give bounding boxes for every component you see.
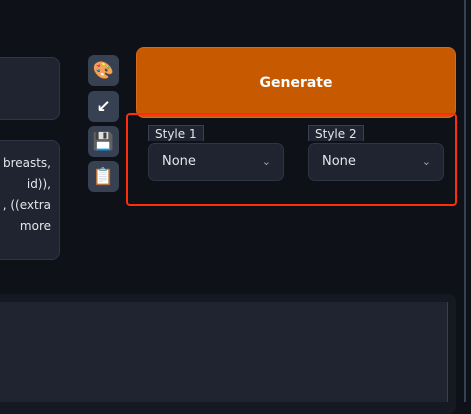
chevron-down-icon: ⌄: [421, 155, 431, 168]
prompt-line: more: [19, 219, 51, 233]
style2-label: Style 2: [308, 125, 364, 141]
prompt-line: breasts,: [2, 156, 51, 170]
clipboard-icon: 📋: [92, 166, 115, 187]
prompt-line: , ((extra: [2, 198, 51, 212]
scrollbar[interactable]: [464, 0, 466, 402]
arrow-down-left-icon: ↙: [96, 96, 111, 117]
palette-icon: 🎨: [92, 60, 115, 81]
style2-dropdown[interactable]: None ⌄: [308, 143, 444, 181]
output-gallery: [0, 302, 448, 402]
save-icon: 💾: [92, 131, 115, 152]
style2-value: None: [322, 154, 356, 169]
generate-button[interactable]: Generate: [136, 47, 456, 118]
negative-prompt-input[interactable]: [0, 57, 60, 120]
apply-style-button[interactable]: 📋: [88, 161, 119, 192]
prompt-line: id)),: [26, 177, 51, 191]
style1-value: None: [162, 154, 196, 169]
chevron-down-icon: ⌄: [261, 155, 271, 168]
read-params-button[interactable]: ↙: [88, 91, 119, 122]
save-style-button[interactable]: 💾: [88, 126, 119, 157]
prompt-input[interactable]: breasts, id)), , ((extra more: [0, 140, 60, 260]
style1-label: Style 1: [148, 125, 204, 141]
style1-dropdown[interactable]: None ⌄: [148, 143, 284, 181]
interrupt-palette-button[interactable]: 🎨: [88, 55, 119, 86]
